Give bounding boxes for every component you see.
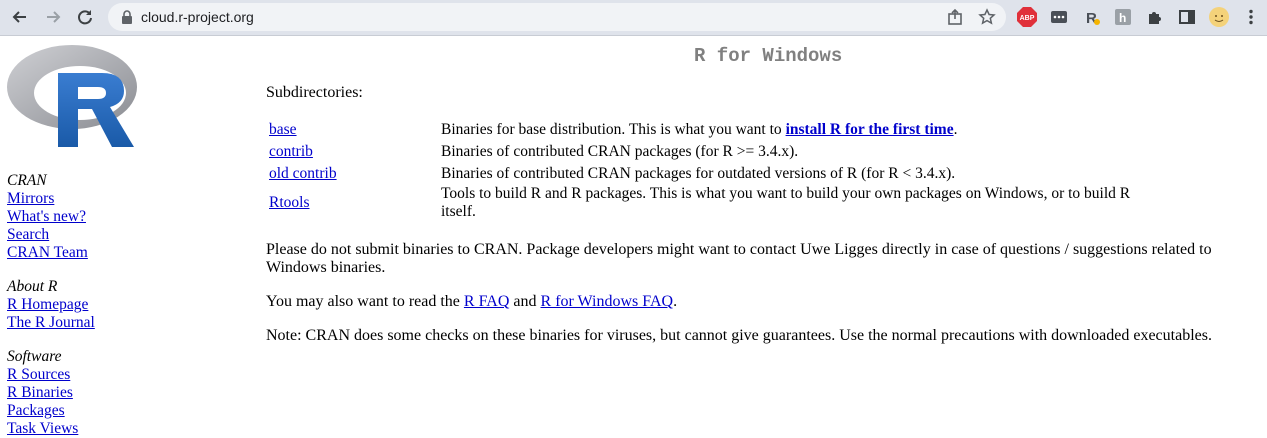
back-button[interactable] <box>7 4 33 30</box>
sidebar: CRAN Mirrors What's new? Search CRAN Tea… <box>7 43 247 438</box>
table-row: contrib Binaries of contributed CRAN pac… <box>266 141 1164 163</box>
avatar-icon <box>1209 7 1229 27</box>
star-icon[interactable] <box>978 8 996 26</box>
table-row: base Binaries for base distribution. Thi… <box>266 119 1164 141</box>
link-rtools[interactable]: Rtools <box>269 194 309 211</box>
row-desc-end: . <box>953 121 958 138</box>
page-title: R for Windows <box>694 45 843 67</box>
puzzle-icon <box>1149 12 1161 24</box>
extension-r[interactable]: R <box>1081 6 1103 28</box>
r-extension-icon: R <box>1086 10 1100 26</box>
subdirectories-label: Subdirectories: <box>266 84 363 101</box>
forward-button[interactable] <box>40 4 66 30</box>
sidebar-header-cran: CRAN <box>7 172 47 189</box>
sidebar-link-r-journal[interactable]: The R Journal <box>7 314 247 332</box>
extensions-button[interactable] <box>1144 6 1166 28</box>
sidebar-link-r-homepage[interactable]: R Homepage <box>7 296 247 314</box>
side-panel-button[interactable] <box>1176 6 1198 28</box>
row-desc: Binaries of contributed CRAN packages (f… <box>441 143 799 160</box>
row-desc: Binaries for base distribution. This is … <box>441 121 786 138</box>
dots-box-icon <box>1051 11 1067 23</box>
table-row: old contrib Binaries of contributed CRAN… <box>266 163 1164 185</box>
h-extension-icon: h <box>1115 9 1131 25</box>
arrow-right-icon <box>47 11 61 23</box>
reload-icon <box>78 10 92 25</box>
adblock-extension[interactable]: ABP <box>1016 6 1038 28</box>
share-icon[interactable] <box>946 8 964 26</box>
sidebar-link-search[interactable]: Search <box>7 226 247 244</box>
link-contrib[interactable]: contrib <box>269 143 313 160</box>
link-base[interactable]: base <box>269 121 297 138</box>
browser-toolbar: cloud.r-project.org ABP R h <box>0 0 1267 36</box>
reload-button[interactable] <box>72 4 98 30</box>
link-install-first-time[interactable]: install R for the first time <box>786 121 954 138</box>
row-desc: Tools to build R and R packages. This is… <box>441 185 1131 220</box>
faq-text-end: . <box>673 293 678 310</box>
subdirectories-table: base Binaries for base distribution. Thi… <box>266 119 1164 221</box>
url-text: cloud.r-project.org <box>141 9 254 25</box>
sidebar-link-r-binaries[interactable]: R Binaries <box>7 384 247 402</box>
link-r-windows-faq[interactable]: R for Windows FAQ <box>541 293 674 310</box>
extension-dots[interactable] <box>1048 6 1070 28</box>
sidebar-header-software: Software <box>7 348 62 365</box>
sidebar-link-whats-new[interactable]: What's new? <box>7 208 247 226</box>
link-old-contrib[interactable]: old contrib <box>269 165 337 182</box>
paragraph-faq: You may also want to read the R FAQ and … <box>266 293 1226 311</box>
paragraph-no-submit: Please do not submit binaries to CRAN. P… <box>266 241 1212 276</box>
extension-h[interactable]: h <box>1112 6 1134 28</box>
abp-icon: ABP <box>1017 7 1037 27</box>
lock-icon <box>122 10 132 24</box>
sidebar-link-cran-team[interactable]: CRAN Team <box>7 244 247 262</box>
svg-text:ABP: ABP <box>1020 15 1035 22</box>
faq-text-and: and <box>509 293 541 310</box>
sidebar-link-packages[interactable]: Packages <box>7 402 247 420</box>
sidebar-link-task-views[interactable]: Task Views <box>7 420 247 438</box>
sidebar-link-mirrors[interactable]: Mirrors <box>7 190 247 208</box>
kebab-menu-icon <box>1249 9 1253 25</box>
side-panel-icon <box>1179 10 1195 24</box>
r-logo[interactable] <box>6 43 140 149</box>
paragraph-note: Note: CRAN does some checks on these bin… <box>266 327 1212 344</box>
table-row: Rtools Tools to build R and R packages. … <box>266 185 1164 221</box>
row-desc: Binaries of contributed CRAN packages fo… <box>441 165 956 182</box>
svg-text:h: h <box>1119 11 1126 25</box>
link-r-faq[interactable]: R FAQ <box>464 293 510 310</box>
sidebar-header-about: About R <box>7 278 58 295</box>
address-bar[interactable]: cloud.r-project.org <box>108 3 1006 31</box>
arrow-left-icon <box>12 11 26 23</box>
faq-text: You may also want to read the <box>266 293 464 310</box>
browser-menu-button[interactable] <box>1240 6 1262 28</box>
profile-button[interactable] <box>1208 6 1230 28</box>
sidebar-link-r-sources[interactable]: R Sources <box>7 366 247 384</box>
